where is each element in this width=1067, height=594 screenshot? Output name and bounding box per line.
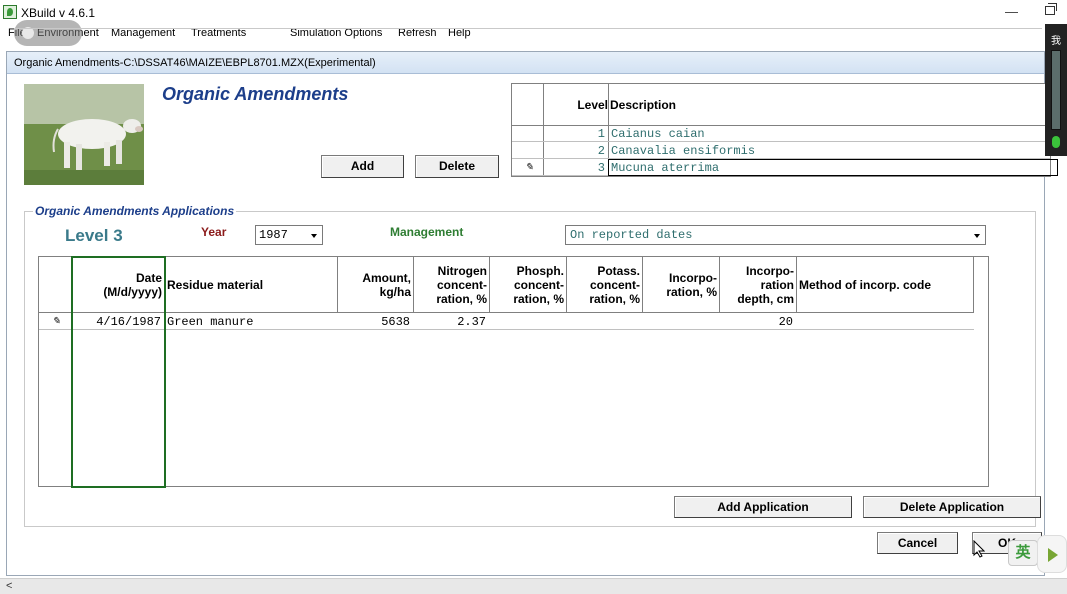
cell-depth[interactable]: 20	[720, 315, 793, 329]
header-incorp: Incorpo-ration, %	[643, 257, 720, 313]
add-level-label: Add	[350, 159, 375, 173]
row-selector-column	[39, 257, 72, 312]
year-label: Year	[201, 225, 227, 239]
side-audio-widget: 我	[1045, 24, 1067, 156]
chevron-left-icon[interactable]: <	[6, 580, 12, 592]
header-line: kg/ha	[379, 285, 411, 299]
column-header-level: Level	[577, 98, 608, 112]
cow-image	[24, 84, 144, 185]
levels-table-row[interactable]: 2 Canavalia ensiformis	[512, 143, 1050, 159]
header-phosph: Phosph. concent-ration, %	[490, 257, 567, 313]
side-widget-char: 我	[1051, 36, 1061, 47]
levels-table-header: Level Description	[512, 84, 1050, 126]
level-number: 3	[597, 161, 605, 175]
frame-divider	[15, 28, 1042, 29]
applications-grid-header: Date (M/d/yyyy) Residue material Amount, k…	[39, 257, 974, 313]
current-level-label: Level 3	[65, 226, 123, 245]
app-title: XBuild v 4.6.1	[21, 6, 96, 20]
management-label: Management	[390, 225, 464, 239]
horizontal-scrollbar[interactable]: <	[0, 578, 1067, 594]
level-number: 1	[597, 127, 605, 141]
delete-application-label: Delete Application	[899, 500, 1005, 514]
header-line: ration, %	[436, 292, 487, 306]
header-line: Phosph.	[516, 264, 564, 278]
delete-level-label: Delete	[438, 159, 476, 173]
header-potass: Potass. concent-ration, %	[567, 257, 643, 313]
header-method: Method of incorp. code	[797, 257, 974, 313]
restore-icon[interactable]	[1045, 3, 1057, 15]
child-window-title: Organic Amendments-C:\DSSAT46\MAIZE\EBPL…	[14, 57, 376, 69]
header-line: Method of incorp. code	[799, 278, 931, 292]
edit-pencil-icon: ✎	[525, 162, 534, 173]
page-heading: Organic Amendments	[162, 84, 349, 104]
cell-nitrogen[interactable]: 2.37	[414, 315, 486, 329]
edit-pencil-icon: ✎	[52, 316, 61, 327]
year-select[interactable]: 1987	[255, 225, 323, 245]
add-application-label: Add Application	[717, 500, 809, 514]
chevron-down-icon[interactable]	[307, 227, 321, 243]
delete-level-button[interactable]: Delete	[415, 155, 499, 178]
delete-application-button[interactable]: Delete Application	[863, 496, 1041, 518]
level-description: Caianus caian	[611, 127, 705, 141]
cell-amount[interactable]: 5638	[338, 315, 410, 329]
levels-table-row[interactable]: 1 Caianus caian	[512, 126, 1050, 142]
app-leaf-icon	[3, 5, 17, 19]
date-column-highlight	[71, 256, 166, 488]
year-value: 1987	[259, 228, 288, 242]
column-header-description: Description	[610, 98, 677, 112]
header-line: Amount,	[362, 271, 411, 285]
app-titlebar: XBuild v 4.6.1 —	[0, 0, 1067, 24]
header-line: concent-	[513, 278, 564, 292]
management-select[interactable]: On reported dates	[565, 225, 986, 245]
chevron-down-icon[interactable]	[970, 227, 984, 243]
header-line: ration, %	[513, 292, 564, 306]
child-titlebar: Organic Amendments-C:\DSSAT46\MAIZE\EBPL…	[7, 52, 1044, 74]
management-value: On reported dates	[570, 228, 693, 242]
cell-residue[interactable]: Green manure	[167, 315, 253, 329]
add-level-button[interactable]: Add	[321, 155, 404, 178]
header-line: ration	[760, 278, 794, 292]
level-description: Canavalia ensiformis	[611, 144, 756, 158]
header-line: Nitrogen	[437, 264, 487, 278]
header-amount: Amount, kg/ha	[338, 257, 414, 313]
cancel-button[interactable]: Cancel	[877, 532, 958, 554]
header-line: ration, %	[589, 292, 640, 306]
header-nitrogen: Nitrogen concent-ration, %	[414, 257, 490, 313]
recording-overlay	[14, 20, 82, 46]
applications-grid: Date (M/d/yyyy) Residue material Amount, k…	[38, 256, 989, 488]
header-line: Potass.	[597, 264, 640, 278]
header-line: concent-	[589, 278, 640, 292]
menu-bar: File Environment Management Treatments S…	[0, 24, 1045, 44]
play-icon[interactable]	[1037, 535, 1067, 573]
level-number: 2	[597, 144, 605, 158]
applications-legend: Organic Amendments Applications	[33, 204, 237, 218]
microphone-icon	[1052, 136, 1060, 148]
add-application-button[interactable]: Add Application	[674, 496, 852, 518]
header-residue: Residue material	[165, 257, 338, 313]
levels-table: Level Description 1 Caianus caian 2 Cana…	[511, 83, 1058, 177]
header-depth: Incorpo-ration depth, cm	[720, 257, 797, 313]
table-row[interactable]: ✎ 4/16/1987 Green manure 5638 2.37 20	[39, 314, 974, 330]
levels-table-row-selected[interactable]: ✎ 3 Mucuna aterrima	[512, 159, 1058, 176]
header-line: depth, cm	[737, 292, 794, 306]
header-line: concent-	[436, 278, 487, 292]
header-line: Residue material	[167, 278, 264, 292]
volume-level-bar	[1051, 50, 1061, 130]
minimize-icon[interactable]: —	[1005, 4, 1018, 19]
cancel-label: Cancel	[897, 536, 938, 550]
header-line: Incorpo-	[746, 264, 794, 278]
header-line: Incorpo-	[669, 271, 717, 285]
ime-indicator[interactable]: 英	[1008, 540, 1038, 566]
level-description: Mucuna aterrima	[611, 161, 720, 175]
mouse-cursor-icon	[973, 540, 985, 558]
header-line: ration, %	[666, 285, 717, 299]
